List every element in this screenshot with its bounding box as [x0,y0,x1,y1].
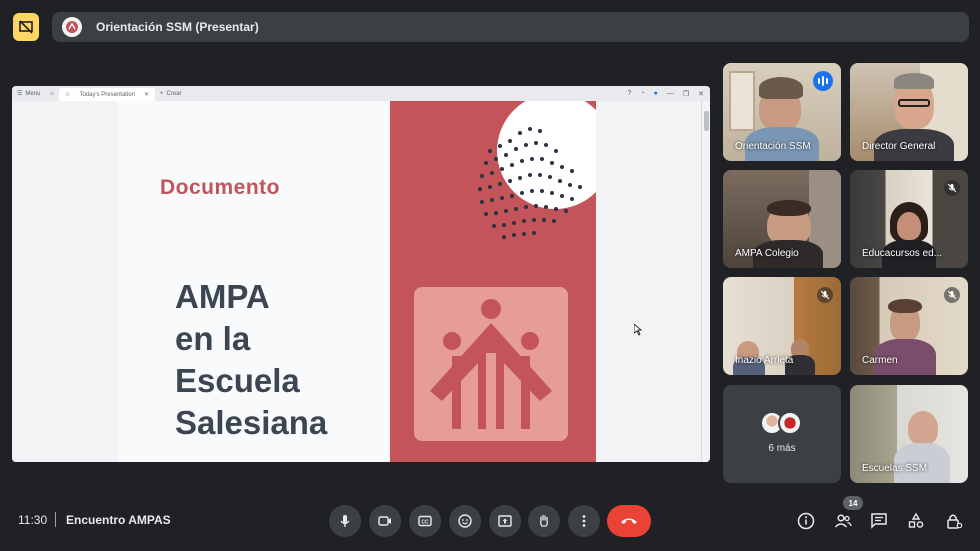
raise-hand-icon [540,514,548,527]
participant-avatar [778,411,802,435]
slide-title-line: AMPA [175,278,270,315]
people-icon [834,514,852,528]
more-participants-label: 6 más [768,443,796,454]
home-icon: ⌂ [50,90,55,97]
menu-icon: ☰ [17,91,23,97]
slide-left-margin [12,101,118,462]
divider [55,512,56,527]
chat-button[interactable] [868,510,890,532]
slide-doc-label: Documento [160,176,280,199]
more-options-icon [582,515,586,527]
emoji-icon [458,514,472,528]
participant-name: Carmen [862,355,898,366]
participant-name: Inazio Arrieta [735,355,794,366]
profile-icon[interactable]: ● [654,90,658,97]
help-icon[interactable]: ? [627,90,631,97]
participant-tile[interactable]: Educacursos ed... [850,170,968,268]
salesian-logo [414,287,568,441]
browser-menu-label: Menu [25,90,41,97]
end-call-icon [621,518,637,524]
mic-off-icon [944,287,960,303]
participant-name: Orientación SSM [735,141,811,152]
new-tab-label: Crear [166,90,182,97]
camera-icon [378,516,391,526]
presenter-avatar [62,17,82,37]
participant-name: Escuelas SSM [862,463,928,474]
host-controls-icon [947,514,963,529]
svg-text:CC: CC [421,520,429,526]
chat-icon [871,513,887,529]
info-icon [797,512,815,530]
mic-button[interactable] [329,505,361,537]
participant-tile[interactable]: AMPA Colegio [723,170,841,268]
slide-title: AMPA en la Escuela Salesiana [175,276,327,444]
slide-title-line: en la [175,320,251,357]
raise-hand-button[interactable] [528,505,560,537]
close-window-icon[interactable]: ✕ [698,90,704,98]
participant-tile[interactable]: Carmen [850,277,968,375]
shared-screen: ☰ Menu ⌂ ☆ Today's Presentation ✕ + Crea… [12,86,710,462]
present-screen-icon [498,515,512,527]
present-screen-button[interactable] [489,505,521,537]
slide-decoration [414,101,596,441]
mic-off-icon [817,287,833,303]
browser-home[interactable]: ⌂ [45,86,59,101]
speaking-indicator-icon [813,71,833,91]
bell-icon[interactable]: ◔ [640,90,644,97]
meeting-time: 11:30 [18,513,48,527]
presenter-title: Orientación SSM (Presentar) [96,20,259,34]
mic-off-icon [944,180,960,196]
host-controls-button[interactable] [943,510,965,532]
minimize-icon[interactable]: — [667,90,674,97]
captions-button[interactable]: CC [409,505,441,537]
participant-name: Educacursos ed... [862,248,943,259]
mic-icon [340,515,350,527]
slide-title-line: Escuela [175,362,300,399]
stop-presenting-icon [19,20,33,34]
end-call-button[interactable] [607,505,651,537]
people-button[interactable] [832,510,854,532]
restore-icon[interactable]: ❐ [683,90,689,98]
more-participants-tile[interactable] [723,385,841,483]
browser-tab[interactable]: ☆ Today's Presentation ✕ [59,88,156,101]
slide-scrollbar[interactable] [701,101,710,462]
participant-tile[interactable]: Escuelas SSM [850,385,968,483]
slide-right-margin [596,101,710,462]
slide-title-line: Salesiana [175,404,328,441]
participant-name: AMPA Colegio [735,248,799,259]
browser-menu[interactable]: ☰ Menu [12,86,45,101]
browser-tab-title: Today's Presentation [79,91,135,98]
participant-tile[interactable]: Orientación SSM [723,63,841,161]
close-tab-icon[interactable]: ✕ [144,91,149,98]
slide-red-panel [390,101,596,462]
people-count-badge: 14 [843,496,863,510]
captions-icon: CC [418,515,432,527]
more-options-button[interactable] [568,505,600,537]
meeting-info-button[interactable] [795,510,817,532]
emoji-reactions-button[interactable] [449,505,481,537]
participant-tile[interactable]: Inazio Arrieta [723,277,841,375]
browser-new-tab[interactable]: + Crear [155,86,187,101]
plus-icon: + [160,90,164,97]
star-icon: ☆ [65,92,71,98]
meeting-name: Encuentro AMPAS [66,513,171,527]
participant-tile[interactable]: Director General [850,63,968,161]
stop-presenting-button[interactable] [13,13,39,41]
browser-toolbar: ☰ Menu ⌂ ☆ Today's Presentation ✕ + Crea… [12,86,710,101]
activities-button[interactable] [905,510,927,532]
mouse-cursor-icon [634,324,643,336]
activities-icon [908,512,924,528]
presenter-banner: Orientación SSM (Presentar) [52,12,969,42]
camera-button[interactable] [369,505,401,537]
participant-name: Director General [862,141,936,152]
